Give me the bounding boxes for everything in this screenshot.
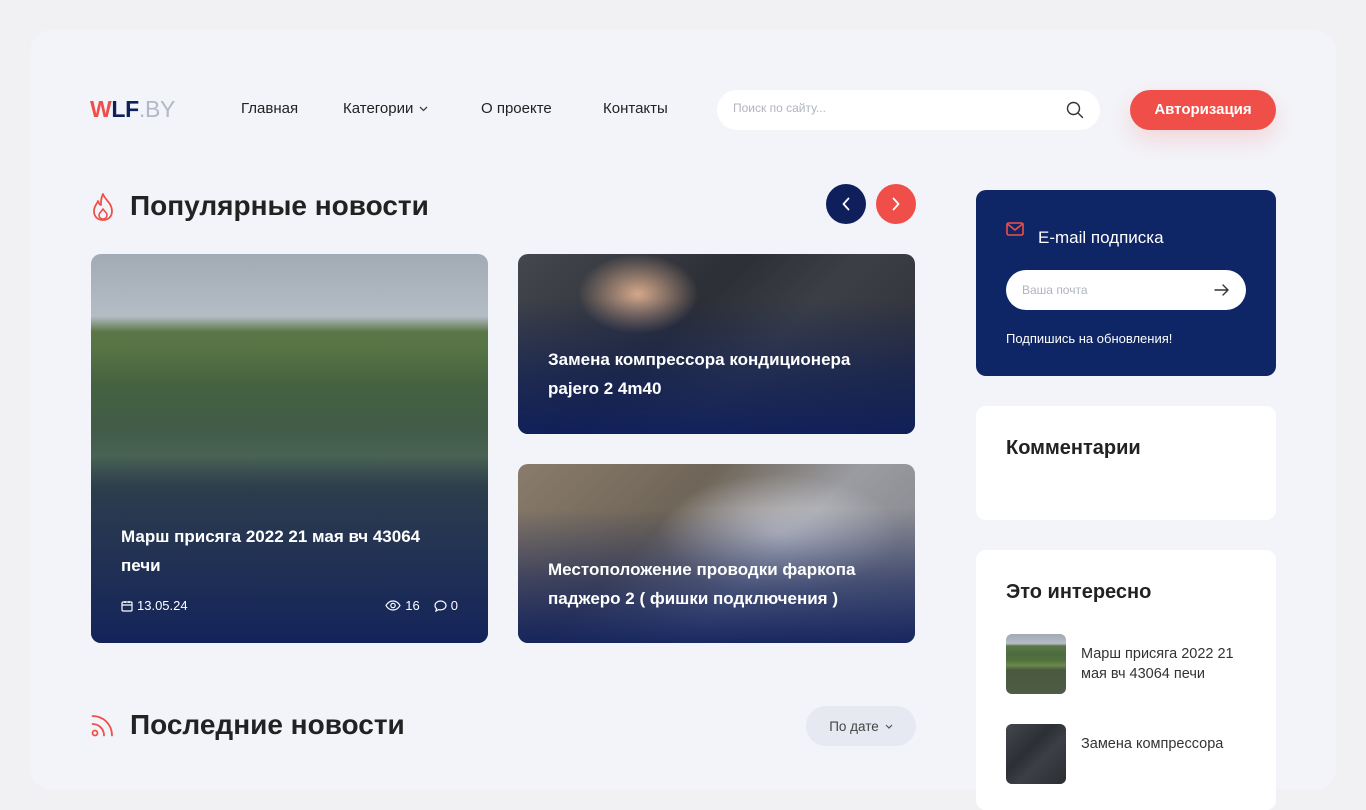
chevron-left-icon <box>842 197 850 211</box>
nav-item-categories-label: Категории <box>343 100 414 117</box>
interesting-item[interactable]: Замена компрессора <box>1006 724 1256 784</box>
nav-item-about[interactable]: О проекте <box>481 100 552 117</box>
mail-icon <box>1006 222 1024 236</box>
card-overlay <box>518 254 915 434</box>
card-overlay <box>518 464 915 643</box>
interesting-thumbnail <box>1006 634 1066 694</box>
popular-news-title: Популярные новости <box>130 190 429 221</box>
interesting-title: Это интересно <box>1006 581 1152 603</box>
logo-part-w: W <box>90 96 112 122</box>
news-card-title[interactable]: Марш присяга 2022 21 мая вч 43064 печи <box>121 522 458 580</box>
comments-widget: Комментарии <box>976 406 1276 520</box>
news-card-small[interactable]: Замена компрессора кондиционера pajero 2… <box>518 254 915 434</box>
email-subscription-widget: E-mail подписка Подпишись на обновления! <box>976 190 1276 376</box>
news-card-small[interactable]: Местоположение проводки фаркопа паджеро … <box>518 464 915 643</box>
sort-label: По дате <box>829 718 879 734</box>
date-meta: 13.05.24 <box>121 598 188 613</box>
news-card-date: 13.05.24 <box>137 598 188 613</box>
login-button[interactable]: Авторизация <box>1130 90 1276 130</box>
rss-icon <box>91 715 113 737</box>
subscription-title: E-mail подписка <box>1038 228 1164 247</box>
slider-prev-button[interactable] <box>826 184 866 224</box>
news-card-large[interactable]: Марш присяга 2022 21 мая вч 43064 печи 1… <box>91 254 488 643</box>
chevron-right-icon <box>892 197 900 211</box>
news-card-title[interactable]: Местоположение проводки фаркопа паджеро … <box>548 555 885 613</box>
search-box <box>717 90 1100 130</box>
interesting-item[interactable]: Марш присяга 2022 21 мая вч 43064 печи <box>1006 634 1256 694</box>
slider-next-button[interactable] <box>876 184 916 224</box>
comments-meta: 0 <box>434 598 458 613</box>
nav-item-categories[interactable]: Категории <box>343 100 428 117</box>
email-field[interactable] <box>1022 283 1202 297</box>
news-card-title[interactable]: Замена компрессора кондиционера pajero 2… <box>548 345 885 403</box>
calendar-icon <box>121 600 133 612</box>
nav-item-home[interactable]: Главная <box>241 100 298 117</box>
views-meta: 16 <box>385 598 420 613</box>
news-card-meta: 13.05.24 16 0 <box>121 598 458 613</box>
latest-news-title: Последние новости <box>130 709 405 740</box>
search-input[interactable] <box>733 101 1053 115</box>
fire-icon <box>93 193 113 221</box>
site-logo[interactable]: WLF.BY <box>90 96 175 123</box>
logo-part-by: .BY <box>138 96 176 122</box>
logo-part-lf: LF <box>111 96 139 122</box>
comments-title: Комментарии <box>1006 437 1141 459</box>
chevron-down-icon <box>885 724 893 729</box>
arrow-right-icon[interactable] <box>1214 282 1230 298</box>
card-overlay <box>91 254 488 643</box>
interesting-widget: Это интересно Марш присяга 2022 21 мая в… <box>976 550 1276 810</box>
subscription-hint: Подпишись на обновления! <box>1006 331 1173 346</box>
sort-dropdown[interactable]: По дате <box>806 706 916 746</box>
eye-icon <box>385 600 401 611</box>
search-icon[interactable] <box>1066 101 1084 119</box>
interesting-thumbnail <box>1006 724 1066 784</box>
nav-item-contacts[interactable]: Контакты <box>603 100 668 117</box>
chevron-down-icon <box>419 106 428 112</box>
news-card-comments: 0 <box>450 598 458 613</box>
news-card-views: 16 <box>405 598 420 613</box>
comment-icon <box>434 599 447 612</box>
interesting-item-text[interactable]: Марш присяга 2022 21 мая вч 43064 печи <box>1081 644 1256 684</box>
email-field-box <box>1006 270 1246 310</box>
interesting-item-text[interactable]: Замена компрессора <box>1081 734 1256 754</box>
